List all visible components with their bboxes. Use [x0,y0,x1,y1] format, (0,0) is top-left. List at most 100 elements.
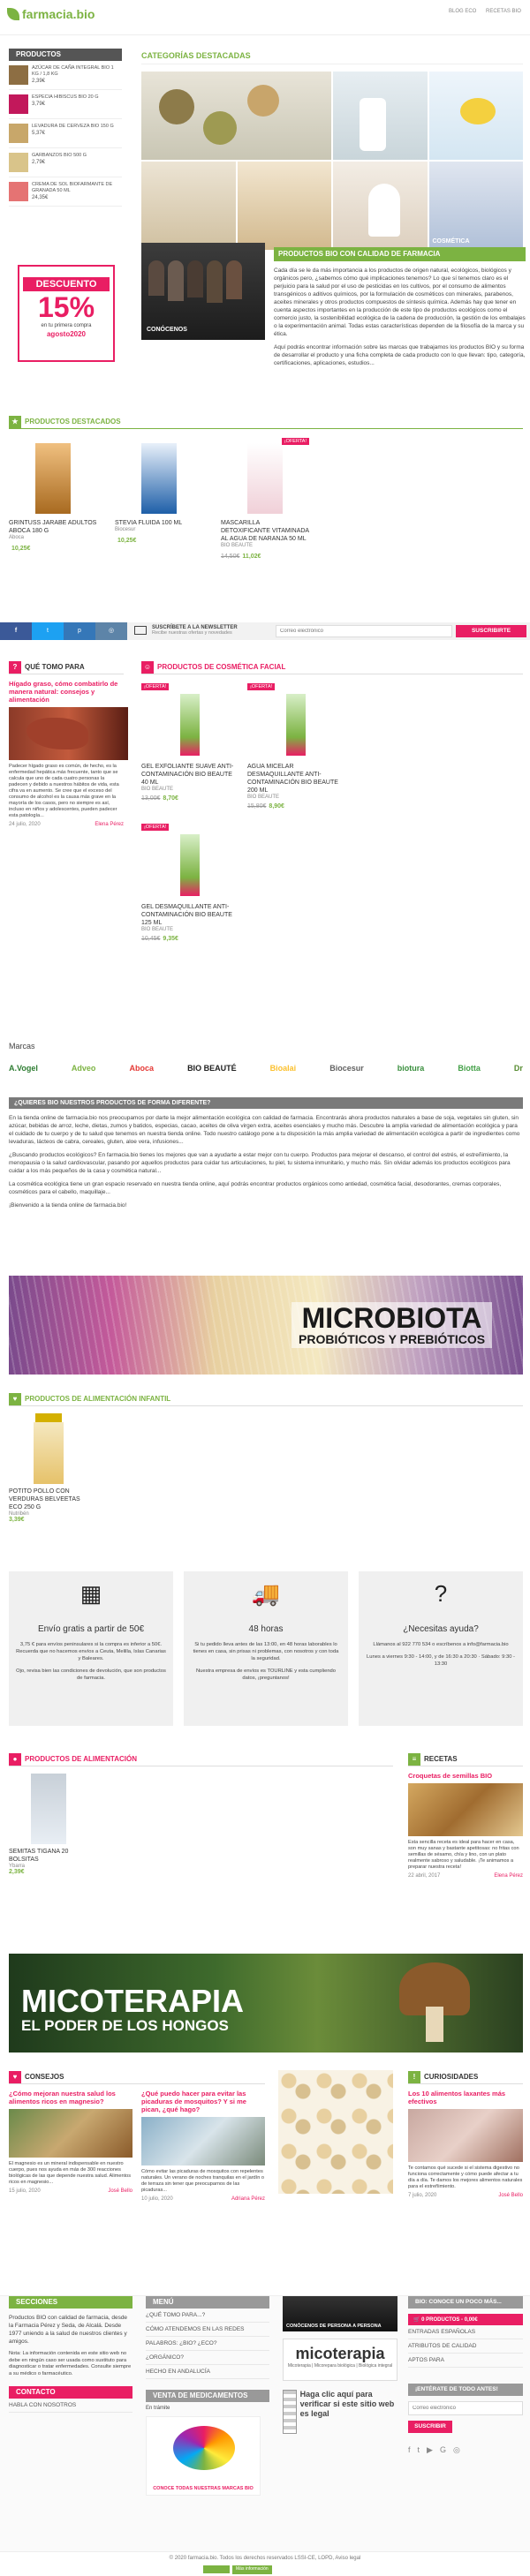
recetas-article-title[interactable]: Croquetas de semillas BIO [408,1772,523,1780]
featured-product[interactable]: ¡OFERTA! MASCARILLA DETOXIFICANTE VITAMIN… [221,438,309,560]
cosmetic-product[interactable]: ¡OFERTA! AGUA MICELAR DESMAQUILLANTE ANTI… [247,683,344,810]
conoce-link[interactable]: ENTRADAS ESPAÑOLAS [408,2325,523,2339]
category-dietetica[interactable] [237,162,331,250]
sidebar-product[interactable]: GARBANZOS BIO 500 G 2,79€ [9,148,122,177]
featured-product[interactable]: STEVIA FLUIDA 100 ML Biocesur 10,25€ [115,438,203,560]
category-belleza[interactable] [141,162,236,250]
product-name[interactable]: GEL EXFOLIANTE SUAVE ANTI-CONTAMINACIÓN … [141,763,238,787]
legal-verify-badge[interactable]: Haga clic aquí para verificar si este si… [283,2390,398,2443]
brand-logo[interactable]: Biotta [458,1064,481,1073]
google-icon[interactable]: G [440,2445,446,2455]
product-brand: BIO BEAUTE [247,795,280,800]
sidebar-product-name[interactable]: LEVADURA DE CERVEZA BIO 150 G [32,124,122,130]
consejo-1-author[interactable]: José Bello [108,2188,132,2194]
pinterest-icon[interactable]: p [64,622,95,640]
newsletter-email-input[interactable] [276,625,452,637]
footer-menu-link[interactable]: HECHO EN ANDALUCÍA [146,2365,269,2379]
cosmetic-product[interactable]: ¡OFERTA! GEL DESMAQUILLANTE ANTI-CONTAMIN… [141,824,238,942]
subscribe-button[interactable]: SUSCRIBIRTE [456,625,526,637]
category-higiene[interactable] [333,72,428,160]
sidebar-product[interactable]: ESPECIA HIBISCUS BIO 20 G 3,79€ [9,90,122,119]
nav-recetas[interactable]: RECETAS BIO [486,9,521,14]
consejo-2-title[interactable]: ¿Qué puedo hacer para evitar las picadur… [141,2090,265,2113]
product-name[interactable]: AGUA MICELAR DESMAQUILLANTE ANTI-CONTAMI… [247,763,344,795]
sidebar-product-name[interactable]: CREMA DE SOL BIOFARMANTE DE GRANADA 50 M… [32,182,122,194]
liver-image[interactable] [9,707,128,760]
cosmetic-product[interactable]: ¡OFERTA! GEL EXFOLIANTE SUAVE ANTI-CONTAM… [141,683,238,810]
instagram-icon[interactable]: ◎ [95,622,127,640]
social-bar: f t p ◎ SUSCRÍBETE A LA NEWSLETTER Recib… [0,622,530,640]
featured-product[interactable]: GRINTUSS JARABE ADULTOS ABOCA 180 G Aboca… [9,438,97,560]
brand-logo[interactable]: Biocesur [329,1064,364,1073]
logo[interactable]: farmacia.bio [7,7,95,21]
consejo-1-title[interactable]: ¿Cómo mejoran nuestra salud los alimento… [9,2090,132,2105]
brand-logo[interactable]: Bioalai [270,1064,297,1073]
micoterapia-banner[interactable]: MICOTERAPIA EL PODER DE LOS HONGOS [9,1954,523,2053]
brand-logo[interactable]: Adveo [72,1064,96,1073]
promo-code: agosto2020 [46,330,87,338]
micoterapia-footer-image[interactable]: micoterapia Micoterapia | Micorepara bio… [283,2339,398,2381]
sidebar-product-name[interactable]: GARBANZOS BIO 500 G [32,153,122,159]
curiosidades-article-title[interactable]: Los 10 alimentos laxantes más efectivos [408,2090,523,2105]
brand-logo[interactable]: Dr [514,1064,523,1073]
conoce-link[interactable]: APTOS PARA [408,2354,523,2368]
footer-menu-link[interactable]: ¿ORGÁNICO? [146,2351,269,2365]
consejo-2-author[interactable]: Adriana Pérez [231,2196,265,2202]
product-name[interactable]: MASCARILLA DETOXIFICANTE VITAMINADA AL A… [221,519,309,543]
sidebar-product[interactable]: CREMA DE SOL BIOFARMANTE DE GRANADA 50 M… [9,177,122,207]
category-cosmetica[interactable] [428,72,523,160]
sidebar-product[interactable]: AZÚCAR DE CAÑA INTEGRAL BIO 1 KG / 1,8 K… [9,61,122,90]
why-p4: ¡Bienvenido a la tienda online de farmac… [9,1202,127,1209]
brand-logo[interactable]: A.Vogel [9,1064,38,1073]
footer-menu-link[interactable]: CÓMO ATENDEMOS EN LAS REDES [146,2323,269,2337]
magnesio-image[interactable] [9,2109,132,2158]
twitter-icon[interactable]: t [418,2445,420,2455]
category-alimentacion-2[interactable]: COSMÉTICA [428,162,523,250]
cart-badge[interactable]: 🛒 0 PRODUCTOS - 0,00€ [408,2314,523,2325]
laxantes-image[interactable] [408,2109,523,2162]
about-image[interactable]: CONÓCENOS [141,243,265,340]
promo-pattern-image[interactable] [278,2070,393,2194]
que-tomo-author[interactable]: Elena Pérez [95,822,124,827]
conoce-link[interactable]: ATRIBUTOS DE CALIDAD [408,2339,523,2354]
infantil-product-name[interactable]: POTITO POLLO CON VERDURAS BELVEETAS ECO … [9,1488,88,1511]
sidebar-product[interactable]: LEVADURA DE CERVEZA BIO 150 G 5,37€ [9,119,122,148]
infantil-product[interactable]: POTITO POLLO CON VERDURAS BELVEETAS ECO … [9,1413,88,1523]
category-alimentacion[interactable] [141,72,331,160]
cookie-accept-button[interactable] [203,2565,230,2573]
copyright-text: © 2020 farmacia.bio. Todos los derechos … [169,2556,361,2561]
footer-subscribe-button[interactable]: SUSCRIBIR [408,2421,452,2433]
nav-blog[interactable]: BLOG ECO [449,9,476,14]
category-bebes[interactable] [333,162,428,250]
conoce-marcas-image[interactable]: CONOCE TODAS NUESTRAS MARCAS BIO [146,2416,261,2496]
microbiota-banner[interactable]: MICROBIOTA PROBIÓTICOS Y PREBIÓTICOS [9,1276,523,1375]
sidebar-product-name[interactable]: ESPECIA HIBISCUS BIO 20 G [32,94,122,101]
brand-logo[interactable]: BIO BEAUTÉ [187,1064,237,1073]
twitter-icon[interactable]: t [32,622,64,640]
footer-menu-link[interactable]: PALABROS: ¿BIO? ¿ECO? [146,2337,269,2351]
alim-product[interactable]: SEMITAS TIGANA 20 BOLSITAS Ybarra 2,39€ [9,1774,88,1875]
brand-logo[interactable]: biotura [398,1064,425,1073]
sidebar-product-name[interactable]: AZÚCAR DE CAÑA INTEGRAL BIO 1 KG / 1,8 K… [32,65,122,78]
brand-logo[interactable]: Aboca [129,1064,154,1073]
product-name[interactable]: GEL DESMAQUILLANTE ANTI-CONTAMINACIÓN BI… [141,903,238,927]
facebook-icon[interactable]: f [0,622,32,640]
recetas-author[interactable]: Elena Pérez [494,1873,523,1879]
que-tomo-article-title[interactable]: Hígado graso, cómo combatirlo de manera … [9,680,119,704]
footer-menu-link[interactable]: ¿QUÉ TOMO PARA...? [146,2309,269,2323]
product-name[interactable]: GRINTUSS JARABE ADULTOS ABOCA 180 G [9,519,97,535]
contacto-link[interactable]: HABLA CON NOSOTROS [9,2399,132,2413]
alim-product-name[interactable]: SEMITAS TIGANA 20 BOLSITAS [9,1848,88,1864]
facebook-icon[interactable]: f [408,2445,411,2455]
product-name[interactable]: STEVIA FLUIDA 100 ML [115,519,203,527]
about-footer-image[interactable]: CONÓCENOS DE PERSONA A PERSONA [283,2296,398,2331]
promo-banner[interactable]: DESCUENTO 15% en tu primera compra agost… [18,265,115,362]
curiosidades-author[interactable]: José Bello [498,2193,523,2198]
cookie-info-button[interactable]: Más información [232,2565,272,2574]
croquetas-image[interactable] [408,1783,523,1836]
mosquito-image[interactable] [141,2117,265,2165]
footer-email-input[interactable] [408,2401,523,2415]
youtube-icon[interactable]: ▶ [427,2445,433,2455]
instagram-icon[interactable]: ◎ [453,2445,460,2455]
box-icon: ▦ [80,1580,102,1607]
